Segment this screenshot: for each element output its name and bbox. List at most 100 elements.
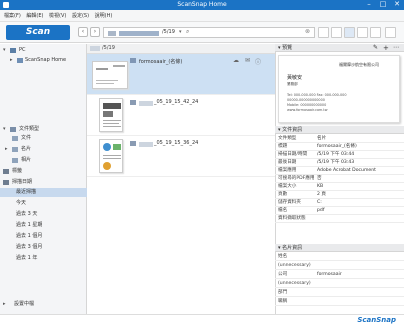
tree-item-pc[interactable]: ▾ PC	[0, 46, 87, 55]
card-field-row[interactable]: 部門	[275, 289, 404, 297]
expand-icon[interactable]: ▸	[5, 145, 10, 154]
card-line: Mobile: 000000000000	[287, 103, 327, 107]
date-filter-3-months[interactable]: 過去 3 個月	[0, 243, 87, 252]
properties-header[interactable]: ▾ 文件資訊	[275, 126, 404, 134]
edit-card-icon[interactable]: ✎	[373, 44, 378, 52]
more-icon[interactable]: ⋯	[393, 44, 399, 52]
card-company: 福爾摩沙航空有限公司	[339, 62, 379, 67]
forward-icon[interactable]: ›	[90, 27, 100, 37]
collapse-icon[interactable]: ▾	[278, 45, 281, 51]
date-filter-today[interactable]: 今天	[0, 199, 87, 208]
path-bar[interactable]: /5/19 ▾ ⌕ ⊗	[103, 27, 315, 38]
file-name-prefix	[139, 142, 153, 147]
path-text: /5/19	[162, 29, 175, 35]
list-item[interactable]: _05_19_15_36_24	[87, 136, 275, 177]
date-filter-recent[interactable]: 最近掃描	[0, 188, 87, 197]
image-type-icon	[130, 141, 136, 146]
back-icon[interactable]: ‹	[78, 27, 88, 37]
date-filter-1-year[interactable]: 過去 1 年	[0, 254, 87, 263]
menu-settings[interactable]: 設定(S)	[72, 10, 89, 22]
list-header: /5/19	[87, 44, 275, 54]
menu-file[interactable]: 檔案(F)	[4, 10, 21, 22]
scan-button[interactable]: Scan	[6, 25, 70, 40]
date-filter-3-days[interactable]: 過去 3 天	[0, 210, 87, 219]
card-text-line	[113, 65, 125, 67]
mail-icon: ✉	[245, 57, 251, 64]
collapse-icon[interactable]: ▾	[278, 245, 281, 251]
calendar-icon	[3, 180, 9, 185]
list-view-icon[interactable]	[331, 27, 342, 38]
expand-icon[interactable]: ▸	[10, 56, 15, 65]
thumbnail-view-icon[interactable]	[357, 27, 368, 38]
card-type-icon	[130, 58, 136, 63]
scan-date-header[interactable]: 掃描日期	[0, 178, 87, 187]
documents-icon	[10, 127, 16, 132]
doc-text-line	[103, 126, 121, 127]
preview-toggle-icon[interactable]	[385, 27, 396, 38]
date-filter-1-month[interactable]: 過去 1 個月	[0, 232, 87, 241]
title-bar: ScanSnap Home – □ ✕	[0, 0, 404, 10]
filter-photo[interactable]: 相片	[0, 156, 87, 165]
document-icon	[12, 136, 18, 141]
list-item[interactable]: _05_19_15_42_24	[87, 95, 275, 136]
card-field-row[interactable]: (unnecessary)	[275, 262, 404, 270]
status-bar: ScanSnap	[0, 314, 404, 324]
sidebar-footer[interactable]: ▸ 設置中檔	[0, 300, 87, 309]
edit-icon[interactable]	[318, 27, 329, 38]
list-header-segment	[90, 46, 100, 51]
grid-view-icon[interactable]	[370, 27, 381, 38]
property-row: 最後日期/5/19 下午 03:43	[275, 159, 404, 167]
card-field-row[interactable]: 職稱	[275, 298, 404, 306]
doc-text-line	[103, 120, 121, 121]
details-view-icon[interactable]	[344, 27, 355, 38]
filter-doc-type-header[interactable]: ▾ 文件類型	[0, 125, 87, 134]
file-name: _05_19_15_42_24	[154, 99, 199, 105]
path-segment	[108, 31, 116, 36]
search-icon[interactable]: ⌕	[186, 28, 189, 36]
expand-icon[interactable]: ▸	[3, 300, 8, 309]
chevron-down-icon[interactable]: ▾	[179, 29, 182, 35]
doc-chart-block	[103, 143, 111, 151]
card-info-header[interactable]: ▾ 名片資訊	[275, 244, 404, 252]
path-segment	[119, 31, 159, 36]
card-field-row[interactable]: (unnecessary)	[275, 280, 404, 288]
doc-text-line	[103, 155, 121, 156]
file-name: formosaair_(名條)	[139, 59, 183, 65]
card-text-line	[96, 80, 118, 81]
minimize-button[interactable]: –	[362, 0, 376, 10]
card-field-row[interactable]: 公司 formosaair	[275, 271, 404, 279]
menu-help[interactable]: 說明(H)	[95, 10, 113, 22]
tree-item-scansnap-home[interactable]: ▸ ScanSnap Home	[0, 56, 87, 65]
preview-header[interactable]: ▾ 預覽 ✎ + ⋯	[275, 44, 404, 52]
file-name: _05_19_15_36_24	[154, 140, 199, 146]
collapse-icon[interactable]: ▾	[278, 127, 281, 133]
clear-icon[interactable]: ⊗	[305, 28, 310, 35]
window-title: ScanSnap Home	[177, 1, 227, 8]
filter-business-card[interactable]: ▸ 名片	[0, 145, 87, 154]
doc-chart-block	[103, 162, 111, 170]
menu-edit[interactable]: 編輯(E)	[26, 10, 43, 22]
filter-document[interactable]: 文件	[0, 134, 87, 143]
doc-text-line	[103, 123, 119, 124]
card-text-line	[96, 83, 114, 84]
business-card-thumbnail	[92, 61, 128, 89]
home-icon	[17, 58, 23, 63]
info-icon: ⓘ	[255, 59, 262, 66]
list-item[interactable]: formosaair_(名條) ☁ ✉ ⓘ	[87, 54, 275, 95]
property-row: 檔案應用 Adobe Acrobat Document	[275, 167, 404, 175]
property-row[interactable]: 標題 formosaair_(名條)	[275, 143, 404, 151]
date-filter-1-week[interactable]: 過去 1 星期	[0, 221, 87, 230]
maximize-button[interactable]: □	[376, 0, 390, 10]
cloud-icon: ☁	[233, 57, 239, 64]
expand-icon[interactable]: ▾	[3, 46, 8, 55]
menu-view[interactable]: 檢視(V)	[49, 10, 66, 22]
close-button[interactable]: ✕	[390, 0, 404, 10]
property-row: 儲存資料夾 C:	[275, 199, 404, 207]
expand-icon[interactable]: ▾	[3, 125, 8, 134]
preview-card: 福爾摩沙航空有限公司 黃敏安 業務部 Tel: 000-000-000 Fax:…	[278, 55, 400, 123]
doc-text-line	[103, 158, 121, 159]
card-field-row[interactable]: 姓名	[275, 253, 404, 261]
property-row: 掃描日期/時間/5/19 下午 03:44	[275, 151, 404, 159]
tag-header[interactable]: 標籤	[0, 167, 87, 176]
add-icon[interactable]: +	[383, 44, 389, 52]
